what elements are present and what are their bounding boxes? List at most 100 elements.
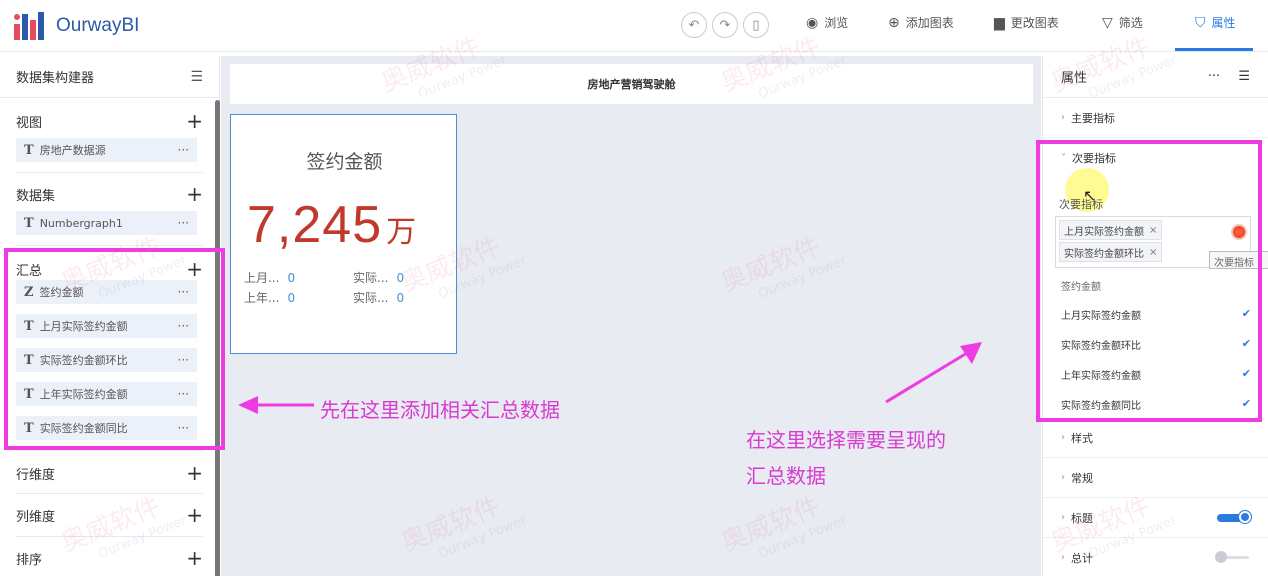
- view-field-label: 房地产数据源: [39, 144, 106, 157]
- text-type-icon: T: [24, 142, 34, 158]
- change-chart-button[interactable]: ▆ 更改图表: [994, 14, 1059, 31]
- brand-name: OurwayBI: [56, 15, 140, 36]
- card-title: 签约金额: [306, 151, 383, 173]
- sub-metric-value: 0: [396, 291, 405, 305]
- add-chart-button[interactable]: ⊕ 添加图表: [888, 14, 954, 31]
- sort-section-title: 排序: [16, 552, 43, 568]
- mobile-preview-button[interactable]: ▯: [743, 12, 769, 38]
- ourway-logo-icon: [14, 12, 44, 40]
- section-style[interactable]: › 样式: [1043, 418, 1268, 458]
- change-chart-label: 更改图表: [1010, 16, 1059, 30]
- number-card[interactable]: 签约金额 7,245 万 上月... 0 实际... 0 上年... 0 实际... 0: [230, 114, 457, 354]
- more-icon[interactable]: ···: [178, 216, 189, 230]
- add-row-dimension-button[interactable]: +: [186, 463, 203, 483]
- preview-button[interactable]: ◉ 浏览: [806, 14, 848, 31]
- sub-metric-value: 0: [287, 291, 296, 305]
- total-label: 总计: [1071, 551, 1093, 565]
- card-main-value: 7,245 万: [247, 195, 417, 255]
- card-sub-metric: 实际... 0: [353, 269, 404, 286]
- mobile-preview-icon: ▯: [752, 17, 760, 33]
- total-toggle[interactable]: [1215, 551, 1249, 563]
- divider: [16, 172, 203, 173]
- view-section-title: 视图: [16, 115, 43, 131]
- annotation-right-line1: 在这里选择需要呈现的: [746, 428, 946, 452]
- sub-metric-label: 上年...: [244, 291, 280, 305]
- sub-metric-label: 上月...: [244, 271, 280, 285]
- undo-icon: ↶: [688, 17, 700, 33]
- plus-circle-icon: ⊕: [888, 14, 900, 31]
- bar-chart-icon: ▆: [994, 14, 1005, 31]
- style-label: 样式: [1071, 431, 1093, 445]
- sub-metric-value: 0: [396, 271, 405, 285]
- properties-header: 属性 ··· ☰: [1043, 56, 1268, 98]
- sub-metric-value: 0: [287, 271, 296, 285]
- top-toolbar: OurwayBI ↶ ↷ ▯ ◉ 浏览 ⊕ 添加图表 ▆ 更改图表 ▽ 筛选 ⛉…: [0, 0, 1268, 52]
- column-dimension-title: 列维度: [16, 509, 56, 525]
- toggle-knob: [1239, 510, 1251, 523]
- properties-label: 属性: [1211, 16, 1236, 30]
- card-sub-metric: 上年... 0: [244, 289, 295, 306]
- section-title[interactable]: › 标题: [1043, 498, 1268, 538]
- section-total[interactable]: › 总计: [1043, 538, 1268, 576]
- divider: [16, 245, 203, 246]
- annotation-right-line2: 汇总数据: [746, 464, 826, 488]
- divider: [16, 493, 203, 494]
- dataset-builder-title: 数据集构建器: [16, 71, 95, 86]
- add-column-dimension-button[interactable]: +: [186, 505, 203, 525]
- highlight-options-box: [1036, 140, 1262, 422]
- collapse-panel-icon[interactable]: ☰: [190, 69, 203, 85]
- add-view-button[interactable]: +: [186, 111, 203, 131]
- add-dataset-button[interactable]: +: [186, 184, 203, 204]
- active-tab-indicator: [1175, 48, 1253, 51]
- properties-header-actions: ··· ☰: [1208, 69, 1250, 84]
- shirt-icon: ⛉: [1195, 14, 1206, 31]
- divider: [16, 450, 203, 451]
- chevron-right-icon: ›: [1061, 112, 1065, 123]
- report-title: 房地产营销驾驶舱: [587, 78, 676, 91]
- filter-icon: ▽: [1102, 14, 1113, 31]
- up-right-arrow-icon: [885, 342, 982, 404]
- divider: [16, 536, 203, 537]
- view-field-item[interactable]: T 房地产数据源 ···: [16, 138, 197, 162]
- dataset-builder-header: 数据集构建器 ☰: [0, 56, 219, 98]
- general-label: 常规: [1071, 471, 1093, 485]
- text-type-icon: T: [24, 215, 34, 231]
- dataset-field-item[interactable]: T Numbergraph1 ···: [16, 211, 197, 235]
- title-toggle[interactable]: [1217, 510, 1251, 523]
- properties-tab[interactable]: ⛉ 属性: [1195, 14, 1236, 31]
- chevron-right-icon: ›: [1061, 512, 1065, 523]
- report-canvas: 房地产营销驾驶舱 签约金额 7,245 万 上月... 0 实际... 0 上年...…: [221, 56, 1041, 576]
- chevron-right-icon: ›: [1061, 552, 1065, 563]
- add-sort-button[interactable]: +: [186, 548, 203, 568]
- card-value-number: 7,245: [247, 196, 383, 254]
- dataset-field-label: Numbergraph1: [39, 216, 123, 230]
- sub-metric-label: 实际...: [353, 291, 389, 305]
- more-icon[interactable]: ···: [1208, 69, 1220, 84]
- card-sub-metric: 上月... 0: [244, 269, 295, 286]
- left-arrow-icon: [238, 396, 314, 414]
- collapse-panel-icon[interactable]: ☰: [1238, 69, 1250, 84]
- toggle-knob: [1215, 551, 1227, 563]
- redo-icon: ↷: [719, 17, 731, 33]
- more-icon[interactable]: ···: [178, 143, 189, 157]
- sub-metric-label: 实际...: [353, 271, 389, 285]
- redo-button[interactable]: ↷: [712, 12, 738, 38]
- main-metric-label: 主要指标: [1071, 111, 1115, 125]
- chevron-right-icon: ›: [1061, 432, 1065, 443]
- section-main-metric[interactable]: › 主要指标: [1043, 98, 1268, 138]
- dataset-section-title: 数据集: [16, 188, 56, 204]
- title-label: 标题: [1071, 511, 1093, 525]
- card-value-unit: 万: [386, 216, 418, 249]
- section-general[interactable]: › 常规: [1043, 458, 1268, 498]
- preview-label: 浏览: [824, 16, 849, 30]
- properties-title: 属性: [1061, 71, 1088, 86]
- undo-button[interactable]: ↶: [681, 12, 707, 38]
- app-root: OurwayBI ↶ ↷ ▯ ◉ 浏览 ⊕ 添加图表 ▆ 更改图表 ▽ 筛选 ⛉…: [0, 0, 1268, 576]
- card-sub-metric: 实际... 0: [353, 289, 404, 306]
- annotation-left: 先在这里添加相关汇总数据: [320, 398, 560, 422]
- report-title-bar[interactable]: 房地产营销驾驶舱: [230, 64, 1033, 104]
- highlight-summary-box: [4, 248, 225, 450]
- add-chart-label: 添加图表: [905, 16, 954, 30]
- filter-button[interactable]: ▽ 筛选: [1102, 14, 1143, 31]
- eye-icon: ◉: [806, 14, 819, 31]
